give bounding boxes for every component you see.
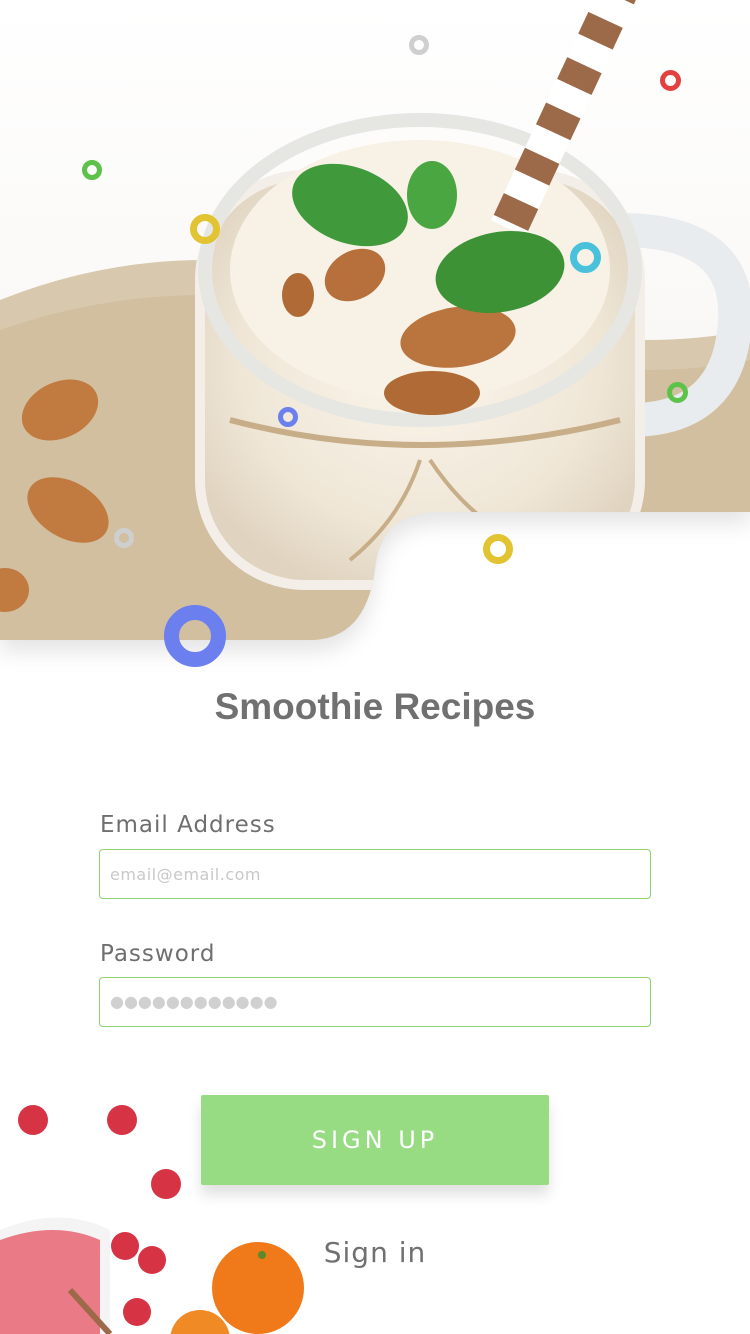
sign-up-button[interactable]: SIGN UP bbox=[201, 1095, 549, 1185]
hero-image bbox=[0, 0, 750, 700]
decorative-ring-icon bbox=[483, 534, 513, 564]
email-label: Email Address bbox=[100, 812, 276, 838]
decorative-ring-icon bbox=[409, 35, 429, 55]
decorative-ring-icon bbox=[114, 528, 134, 548]
sign-in-link[interactable]: Sign in bbox=[0, 1236, 750, 1269]
smoothie-jar-image bbox=[0, 0, 750, 640]
decorative-ring-icon bbox=[164, 605, 226, 667]
decorative-ring-icon bbox=[278, 407, 298, 427]
decorative-ring-icon bbox=[190, 214, 220, 244]
decorative-ring-icon bbox=[82, 160, 102, 180]
page-title: Smoothie Recipes bbox=[214, 686, 536, 727]
decorative-ring-icon bbox=[660, 70, 681, 91]
email-input[interactable] bbox=[99, 849, 651, 899]
password-input[interactable] bbox=[99, 977, 651, 1027]
password-label: Password bbox=[100, 941, 216, 967]
decorative-ring-icon bbox=[570, 242, 601, 273]
decorative-ring-icon bbox=[667, 382, 688, 403]
